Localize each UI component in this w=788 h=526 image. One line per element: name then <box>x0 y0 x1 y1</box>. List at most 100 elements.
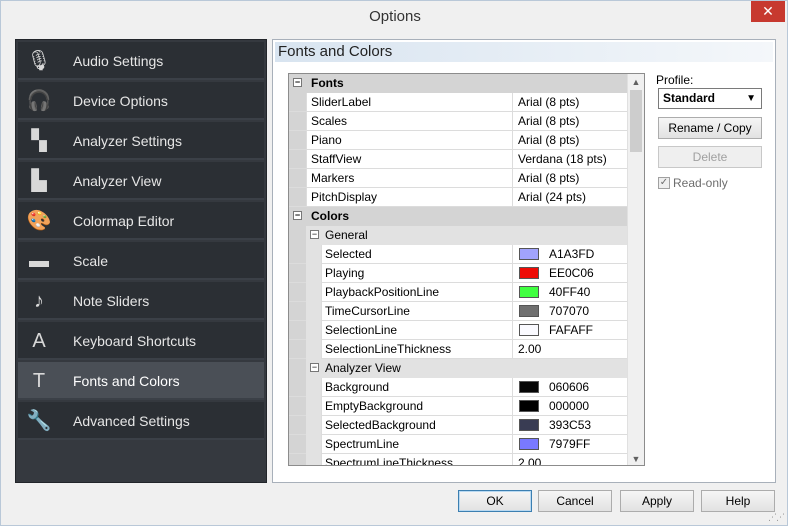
scrollbar-thumb[interactable] <box>630 90 642 152</box>
sidebar-item-scale[interactable]: ▬ Scale <box>18 242 264 280</box>
property-value[interactable]: 7979FF <box>512 435 627 453</box>
property-value[interactable]: 000000 <box>512 397 627 415</box>
help-button[interactable]: Help <box>701 490 775 512</box>
category-colors[interactable]: − Colors <box>289 207 627 226</box>
category-label: Colors <box>311 209 350 223</box>
property-value[interactable]: EE0C06 <box>512 264 627 282</box>
property-row[interactable]: Background 060606 <box>289 378 627 397</box>
property-row[interactable]: Piano Arial (8 pts) <box>289 131 627 150</box>
color-hex-value: 707070 <box>549 304 590 318</box>
property-row[interactable]: PitchDisplay Arial (24 pts) <box>289 188 627 207</box>
apply-button[interactable]: Apply <box>620 490 694 512</box>
ok-button[interactable]: OK <box>458 490 532 512</box>
analyzer-view-icon: ▙ <box>31 170 47 192</box>
property-value[interactable]: 707070 <box>512 302 627 320</box>
property-name: Selected <box>321 245 512 263</box>
property-value[interactable]: A1A3FD <box>512 245 627 263</box>
headphones-icon: 🎧 <box>26 90 52 112</box>
color-hex-value: A1A3FD <box>549 247 595 261</box>
property-value[interactable]: Verdana (18 pts) <box>512 150 627 168</box>
property-value[interactable]: 2.00 <box>512 340 627 358</box>
property-name: SliderLabel <box>306 93 512 111</box>
property-value[interactable]: 393C53 <box>512 416 627 434</box>
property-name: Piano <box>306 131 512 149</box>
color-swatch[interactable] <box>519 419 539 431</box>
sidebar-item-audio-settings[interactable]: 🎙 Audio Settings <box>18 42 264 80</box>
property-row[interactable]: PlaybackPositionLine 40FF40 <box>289 283 627 302</box>
property-row[interactable]: SelectedBackground 393C53 <box>289 416 627 435</box>
property-name: SpectrumLine <box>321 435 512 453</box>
property-value[interactable]: Arial (24 pts) <box>512 188 627 206</box>
cancel-button[interactable]: Cancel <box>538 490 612 512</box>
delete-button[interactable]: Delete <box>658 146 762 168</box>
property-grid[interactable]: − Fonts SliderLabel Arial (8 pts) Scales Aria… <box>288 73 645 466</box>
readonly-label: Read-only <box>673 176 728 190</box>
property-row[interactable]: Markers Arial (8 pts) <box>289 169 627 188</box>
category-fonts[interactable]: − Fonts <box>289 74 627 93</box>
property-row[interactable]: EmptyBackground 000000 <box>289 397 627 416</box>
checkbox-check-icon: ✓ <box>658 177 670 189</box>
color-hex-value: 7979FF <box>549 437 591 451</box>
sidebar-item-fonts-and-colors[interactable]: T Fonts and Colors <box>18 362 264 400</box>
property-row[interactable]: SpectrumLine 7979FF <box>289 435 627 454</box>
color-swatch[interactable] <box>519 438 539 450</box>
property-value[interactable]: 2.00 <box>512 454 627 465</box>
property-value[interactable]: Arial (8 pts) <box>512 169 627 187</box>
sidebar-item-note-sliders[interactable]: ♪ Note Sliders <box>18 282 264 320</box>
collapse-toggle-icon[interactable]: − <box>310 363 319 372</box>
property-value[interactable]: Arial (8 pts) <box>512 131 627 149</box>
color-swatch[interactable] <box>519 305 539 317</box>
scroll-up-icon[interactable]: ▲ <box>628 74 644 90</box>
sidebar-item-advanced-settings[interactable]: 🔧 Advanced Settings <box>18 402 264 440</box>
property-value[interactable]: FAFAFF <box>512 321 627 339</box>
close-icon: ✕ <box>762 3 774 19</box>
profile-select[interactable]: Standard ▼ <box>658 88 762 109</box>
sidebar-item-device-options[interactable]: 🎧 Device Options <box>18 82 264 120</box>
resize-grip-icon[interactable]: ⋰⋰ <box>768 512 785 523</box>
property-name: PitchDisplay <box>306 188 512 206</box>
subcategory-general[interactable]: − General <box>306 226 627 245</box>
color-hex-value: 393C53 <box>549 418 592 432</box>
sidebar-item-colormap-editor[interactable]: 🎨 Colormap Editor <box>18 202 264 240</box>
property-name: Playing <box>321 264 512 282</box>
color-swatch[interactable] <box>519 381 539 393</box>
property-row[interactable]: SpectrumLineThickness 2.00 <box>289 454 627 465</box>
color-swatch[interactable] <box>519 324 539 336</box>
rename-copy-button[interactable]: Rename / Copy <box>658 117 762 139</box>
grid-scrollbar[interactable]: ▲ ▼ <box>627 74 644 465</box>
sidebar: 🎙 Audio Settings 🎧 Device Options ▚ Analyzer … <box>15 39 267 483</box>
sidebar-item-keyboard-shortcuts[interactable]: A Keyboard Shortcuts <box>18 322 264 360</box>
sidebar-item-analyzer-view[interactable]: ▙ Analyzer View <box>18 162 264 200</box>
close-button[interactable]: ✕ <box>751 1 785 22</box>
property-row[interactable]: SliderLabel Arial (8 pts) <box>289 93 627 112</box>
sidebar-item-analyzer-settings[interactable]: ▚ Analyzer Settings <box>18 122 264 160</box>
color-swatch[interactable] <box>519 267 539 279</box>
property-value[interactable]: 060606 <box>512 378 627 396</box>
subcategory-analyzer-view[interactable]: − Analyzer View <box>306 359 627 378</box>
color-hex-value: FAFAFF <box>549 323 594 337</box>
row-indent <box>306 378 321 397</box>
property-row[interactable]: SelectionLineThickness 2.00 <box>289 340 627 359</box>
color-swatch[interactable] <box>519 248 539 260</box>
property-name: Background <box>321 378 512 396</box>
property-row[interactable]: TimeCursorLine 707070 <box>289 302 627 321</box>
color-swatch[interactable] <box>519 400 539 412</box>
property-row[interactable]: Selected A1A3FD <box>289 245 627 264</box>
row-indent <box>306 397 321 416</box>
property-row[interactable]: StaffView Verdana (18 pts) <box>289 150 627 169</box>
color-swatch[interactable] <box>519 286 539 298</box>
property-row[interactable]: Scales Arial (8 pts) <box>289 112 627 131</box>
property-value[interactable]: Arial (8 pts) <box>512 112 627 130</box>
row-indent <box>306 264 321 283</box>
row-indent <box>306 245 321 264</box>
property-value[interactable]: 40FF40 <box>512 283 627 301</box>
row-indent <box>306 435 321 454</box>
collapse-toggle-icon[interactable]: − <box>310 230 319 239</box>
property-row[interactable]: Playing EE0C06 <box>289 264 627 283</box>
collapse-toggle-icon[interactable]: − <box>293 211 302 220</box>
property-row[interactable]: SelectionLine FAFAFF <box>289 321 627 340</box>
collapse-toggle-icon[interactable]: − <box>293 78 302 87</box>
property-value[interactable]: Arial (8 pts) <box>512 93 627 111</box>
scroll-down-icon[interactable]: ▼ <box>628 451 644 465</box>
property-name: PlaybackPositionLine <box>321 283 512 301</box>
